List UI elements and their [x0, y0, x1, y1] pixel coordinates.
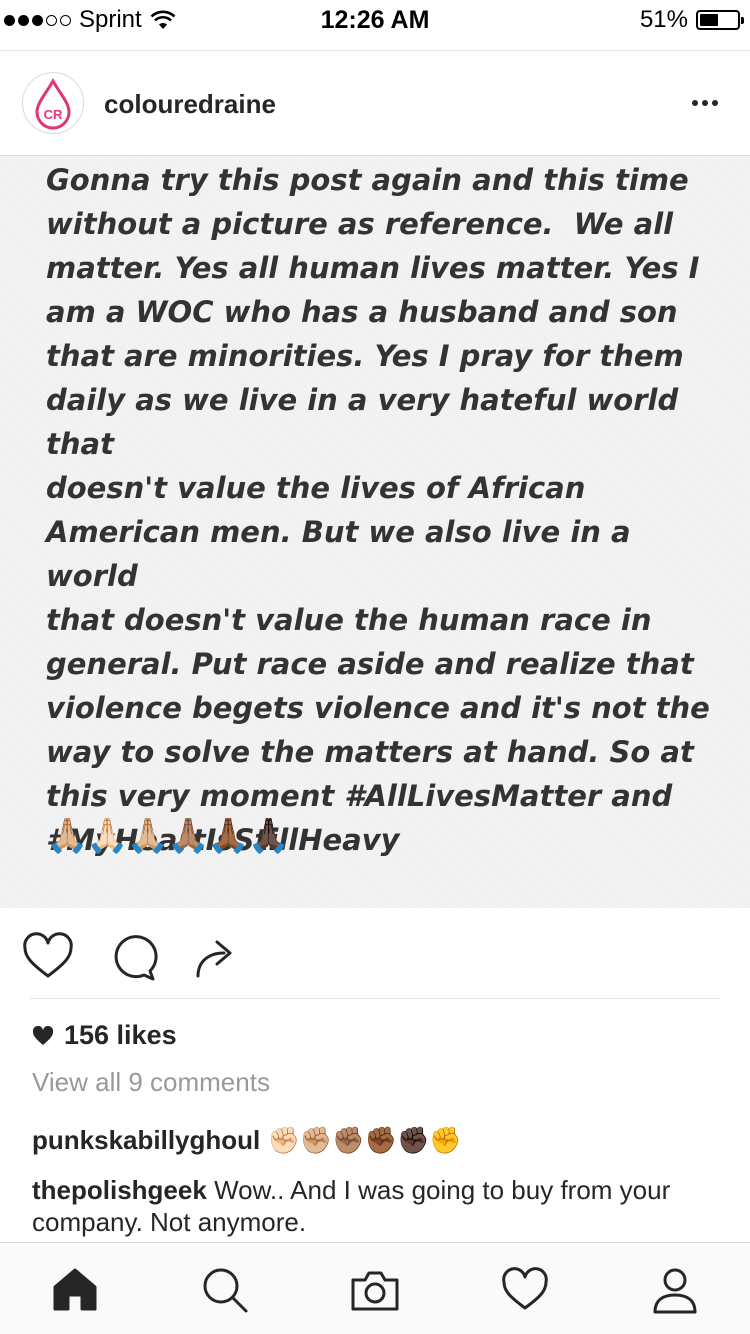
actions-divider	[30, 998, 720, 999]
post-header: CR colouredraine	[0, 50, 750, 156]
status-bar: Sprint 12:26 AM 51%	[0, 0, 750, 40]
post-actions	[0, 908, 750, 1000]
battery-icon	[696, 10, 744, 30]
svg-text:CR: CR	[44, 107, 63, 122]
view-all-comments-link[interactable]: View all 9 comments	[32, 1067, 270, 1098]
comment-button[interactable]	[106, 932, 158, 984]
tab-search[interactable]	[200, 1265, 250, 1315]
share-button[interactable]	[190, 932, 242, 984]
praying-hands-emojis: 🙏🏼🙏🏻🙏🏼🙏🏽🙏🏾🙏🏿	[46, 817, 290, 855]
post-username[interactable]: colouredraine	[104, 89, 276, 120]
battery-percent: 51%	[639, 6, 688, 33]
avatar[interactable]: CR	[22, 72, 84, 134]
post-image-text: Gonna try this post again and this time …	[46, 163, 710, 857]
tab-home[interactable]	[50, 1265, 100, 1315]
comment: punkskabillyghoul ✊🏻✊🏼✊🏽✊🏾✊🏿✊	[32, 1124, 712, 1156]
comment-bubble-icon	[114, 935, 158, 981]
clock: 12:26 AM	[320, 6, 430, 34]
likes-count[interactable]: 156 likes	[32, 1020, 177, 1051]
heart-filled-icon	[32, 1025, 54, 1045]
likes-label: 156 likes	[64, 1020, 177, 1050]
post-image[interactable]: Gonna try this post again and this time …	[0, 156, 750, 908]
share-arrow-icon	[196, 940, 232, 978]
comment: thepolishgeek Wow.. And I was going to b…	[32, 1174, 712, 1238]
tab-camera[interactable]	[350, 1265, 400, 1315]
search-icon	[203, 1268, 248, 1313]
comment-username[interactable]: punkskabillyghoul	[32, 1125, 260, 1155]
bottom-tab-bar	[0, 1242, 750, 1334]
camera-icon	[351, 1271, 399, 1311]
colouredraine-logo: CR	[35, 77, 71, 130]
comment-username[interactable]: thepolishgeek	[32, 1175, 207, 1205]
heart-outline-icon	[23, 932, 73, 978]
tab-activity[interactable]	[500, 1265, 550, 1315]
more-options-button[interactable]	[690, 91, 720, 115]
heart-icon	[502, 1267, 548, 1310]
more-dots-icon	[692, 100, 698, 106]
person-icon	[653, 1268, 697, 1314]
comment-text: ✊🏻✊🏼✊🏽✊🏾✊🏿✊	[267, 1125, 462, 1155]
status-right: 51%	[639, 6, 744, 34]
like-button[interactable]	[22, 932, 74, 984]
tab-profile[interactable]	[650, 1265, 700, 1315]
home-icon	[53, 1268, 97, 1311]
